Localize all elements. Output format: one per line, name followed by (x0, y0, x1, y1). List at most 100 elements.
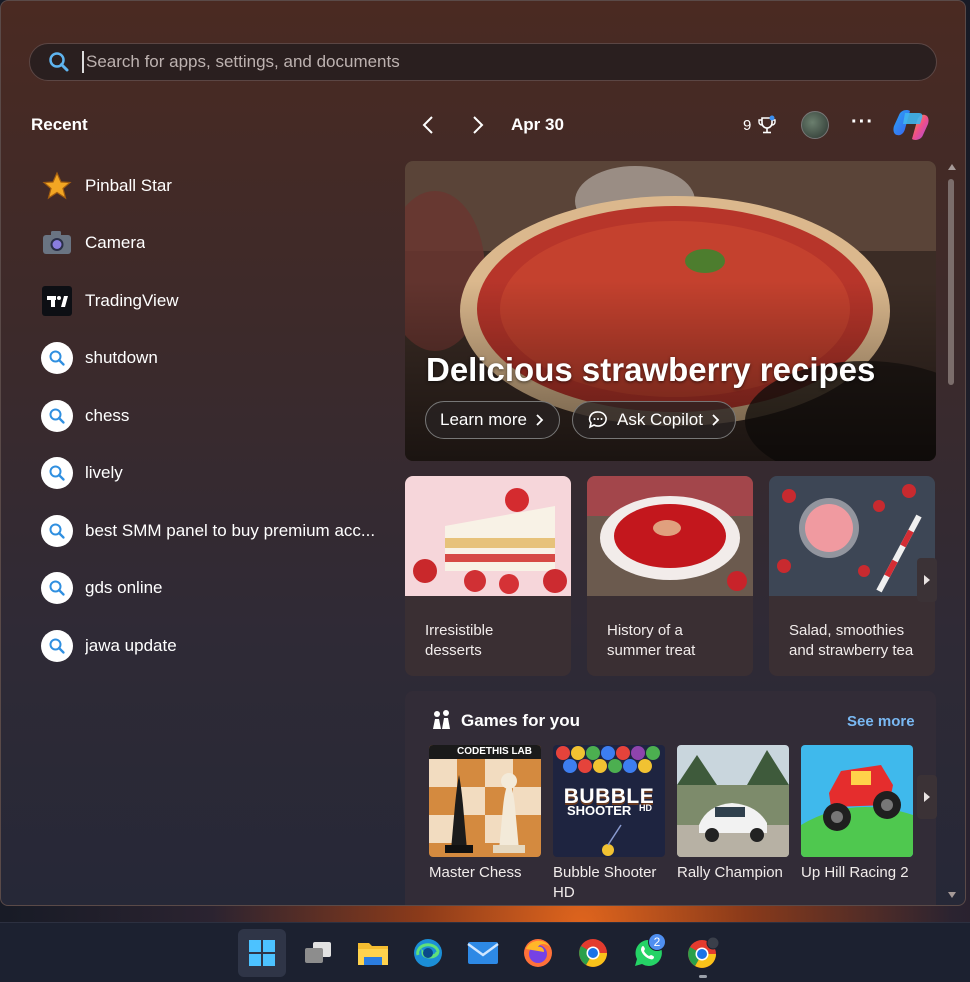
camera-icon (41, 227, 73, 259)
scroll-thumb[interactable] (948, 179, 954, 385)
recent-item-tradingview[interactable]: TradingView (41, 272, 391, 330)
master-chess-thumbnail: CODETHIS LAB (429, 745, 541, 857)
learn-more-label: Learn more (440, 410, 527, 429)
ask-copilot-button[interactable]: Ask Copilot (572, 401, 736, 439)
file-explorer-button[interactable] (349, 929, 397, 977)
shooter-title-art: SHOOTER (567, 803, 632, 818)
card-salad-smoothies-tea[interactable]: Salad, smoothies and strawberry tea (769, 476, 935, 676)
chevron-right-icon[interactable] (463, 111, 491, 139)
game-master-chess[interactable]: CODETHIS LAB Master Chess (429, 745, 541, 883)
chevron-left-icon[interactable] (415, 111, 443, 139)
recent-item-pinball-star[interactable]: Pinball Star (41, 157, 391, 215)
learn-more-button[interactable]: Learn more (425, 401, 560, 439)
cake-image (405, 476, 571, 596)
codethislab-badge: CODETHIS LAB (457, 746, 532, 757)
scroll-down-icon[interactable] (947, 891, 957, 899)
start-button[interactable] (238, 929, 286, 977)
search-icon (41, 629, 73, 662)
games-next-button[interactable] (917, 775, 937, 819)
chrome-profile-icon (686, 936, 720, 970)
game-name: Bubble Shooter HD (553, 864, 657, 901)
see-more-link[interactable]: See more (847, 713, 915, 730)
search-icon (41, 457, 73, 490)
search-icon (41, 399, 73, 432)
card-label: Irresistible desserts (425, 622, 494, 659)
recent-item-label: Camera (85, 233, 146, 253)
smoothie-image (769, 476, 935, 596)
card-irresistible-desserts[interactable]: Irresistible desserts (405, 476, 571, 676)
games-section: Games for you See more CODETHIS LAB Mast… (405, 691, 937, 905)
recent-item-label: jawa update (85, 635, 177, 655)
copilot-icon[interactable] (891, 105, 931, 145)
search-box[interactable] (29, 43, 937, 81)
notification-badge: 2 (648, 933, 666, 951)
game-name: Up Hill Racing 2 (801, 864, 909, 881)
search-icon (41, 342, 73, 375)
card-history-summer-treat[interactable]: History of a summer treat (587, 476, 753, 676)
recent-item-search-chess[interactable]: chess (41, 387, 391, 445)
mail-button[interactable] (459, 929, 507, 977)
recent-item-label: shutdown (85, 348, 158, 368)
recent-list: Pinball Star Camera TradingView shutdown… (41, 157, 391, 675)
recent-item-search-jawa[interactable]: jawa update (41, 617, 391, 675)
recent-item-camera[interactable]: Camera (41, 215, 391, 273)
games-title: Games for you (461, 711, 581, 730)
cards-next-button[interactable] (917, 558, 937, 602)
caret-right-icon (923, 574, 931, 586)
date-label: Apr 30 (511, 115, 564, 134)
chrome-icon (577, 937, 609, 969)
search-icon (48, 51, 70, 73)
recent-item-label: TradingView (85, 290, 179, 310)
recent-item-label: Pinball Star (85, 175, 172, 195)
search-input[interactable] (82, 51, 936, 73)
more-options-icon[interactable]: ··· (851, 111, 873, 139)
hero-card[interactable]: Delicious strawberry recipes Learn more … (405, 161, 936, 461)
start-menu: Recent Pinball Star Camera TradingView s… (0, 0, 966, 906)
task-view-button[interactable] (294, 929, 342, 977)
chrome-profile-button[interactable] (679, 929, 727, 978)
search-icon (41, 514, 73, 547)
recent-item-label: best SMM panel to buy premium acc... (85, 520, 376, 540)
card-label: Salad, smoothies and strawberry tea (789, 622, 914, 659)
tradingview-icon (41, 285, 73, 317)
whatsapp-button[interactable]: 2 (624, 929, 672, 977)
mail-icon (467, 940, 499, 966)
recent-heading: Recent (31, 115, 88, 134)
search-icon (41, 572, 73, 605)
game-bubble-shooter-hd[interactable]: BUBBLE SHOOTER HD Bubble Shooter HD (553, 745, 665, 903)
recent-item-search-shutdown[interactable]: shutdown (41, 330, 391, 388)
chrome-button[interactable] (569, 929, 617, 977)
rally-champion-thumbnail (677, 745, 789, 857)
game-rally-champion[interactable]: Rally Champion (677, 745, 789, 883)
recent-item-label: lively (85, 463, 123, 483)
hero-title: Delicious strawberry recipes (426, 351, 876, 388)
recent-item-search-lively[interactable]: lively (41, 445, 391, 503)
firefox-button[interactable] (514, 929, 562, 977)
star-icon (41, 170, 73, 202)
file-explorer-icon (357, 939, 389, 967)
recent-item-search-gds[interactable]: gds online (41, 560, 391, 618)
trophy-icon (757, 115, 777, 135)
caret-right-icon (923, 791, 931, 803)
recent-item-label: chess (85, 405, 130, 425)
feed-scrollbar[interactable] (945, 161, 965, 905)
card-label: History of a summer treat (607, 622, 696, 659)
feed-scroll-area[interactable]: Delicious strawberry recipes Learn more … (405, 161, 937, 905)
windows-start-icon (248, 939, 276, 967)
recent-item-label: gds online (85, 578, 163, 598)
soup-image (587, 476, 753, 596)
chat-icon (587, 410, 609, 430)
game-pieces-icon (429, 709, 453, 731)
rewards-points[interactable]: 9 (743, 115, 777, 135)
edge-button[interactable] (404, 929, 452, 977)
recent-item-search-smm[interactable]: best SMM panel to buy premium acc... (41, 502, 391, 560)
bubble-shooter-thumbnail: BUBBLE SHOOTER HD (553, 745, 665, 857)
game-up-hill-racing-2[interactable]: Up Hill Racing 2 (801, 745, 913, 883)
chevron-right-icon (535, 413, 545, 427)
feed-header: Apr 30 9 ··· (411, 105, 941, 145)
avatar[interactable] (801, 111, 829, 139)
running-indicator (699, 975, 707, 978)
taskbar: 2 (0, 922, 970, 982)
scroll-up-icon[interactable] (947, 163, 957, 171)
edge-icon (412, 937, 444, 969)
